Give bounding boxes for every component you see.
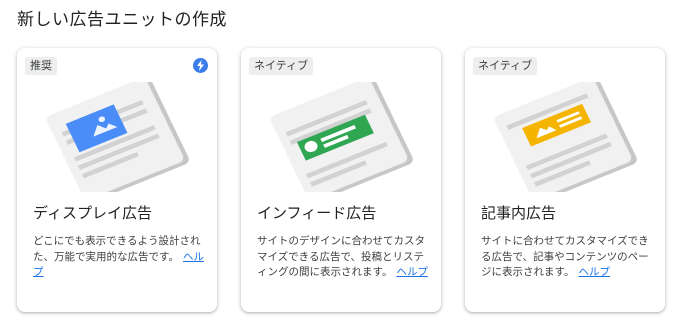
display-ad-card[interactable]: 推奨 ディスプレイ広告 どこにでも表示できるよう設計された、万能で実用的な広告で… bbox=[17, 48, 217, 312]
native-badge: ネイティブ bbox=[473, 57, 538, 75]
native-badge: ネイティブ bbox=[249, 57, 314, 75]
card-title: インフィード広告 bbox=[257, 204, 377, 222]
card-description: どこにでも表示できるよう設計された、万能で実用的な広告です。 ヘルプ bbox=[33, 235, 204, 278]
card-title: ディスプレイ広告 bbox=[33, 204, 152, 222]
in-article-ad-card[interactable]: ネイティブ 記事内広告 サイトに合わせてカスタマイズできる広告で、記事やコンテン… bbox=[465, 48, 665, 312]
in-article-ad-illustration bbox=[494, 82, 637, 192]
card-title: 記事内広告 bbox=[481, 204, 557, 222]
lightning-bolt-icon bbox=[193, 58, 208, 73]
display-ad-illustration bbox=[46, 82, 189, 192]
in-feed-ad-card[interactable]: ネイティブ インフィード広告 サイトのデザインに合わせてカスタマイズできる広告で… bbox=[241, 48, 441, 312]
page-title: 新しい広告ユニットの作成 bbox=[17, 10, 227, 30]
card-description: サイトに合わせてカスタマイズできる広告で、記事やコンテンツのページに表示されます… bbox=[481, 235, 649, 278]
in-feed-ad-illustration bbox=[270, 82, 413, 192]
recommended-badge: 推奨 bbox=[25, 57, 57, 75]
card-description: サイトのデザインに合わせてカスタマイズできる広告で、投稿とリスティングの間に表示… bbox=[257, 235, 428, 278]
help-link[interactable]: ヘルプ bbox=[578, 266, 610, 278]
help-link[interactable]: ヘルプ bbox=[396, 266, 428, 278]
